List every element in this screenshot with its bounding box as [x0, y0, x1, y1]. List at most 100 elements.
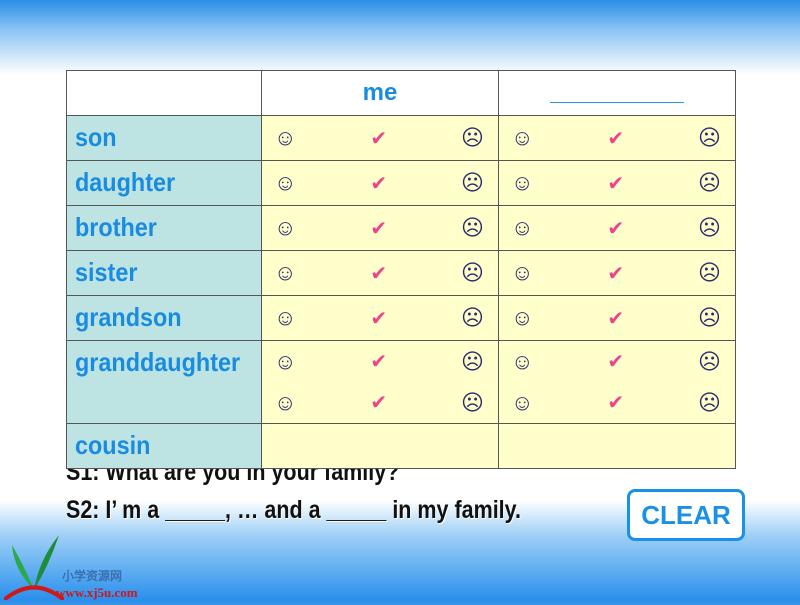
rating-options: ☺ ✔ ☹: [499, 382, 735, 423]
row-label: daughter: [66, 160, 262, 206]
rating-cell: ☺ ✔ ☹: [261, 115, 499, 161]
table-row: grandson ☺ ✔ ☹ ☺ ✔ ☹: [66, 295, 736, 341]
smile-icon[interactable]: ☺: [274, 125, 296, 151]
rating-options: ☺ ✔ ☹: [499, 161, 735, 205]
rating-options: ☺ ✔ ☹: [499, 206, 735, 250]
blank-1: _____: [165, 496, 225, 524]
clear-button[interactable]: CLEAR: [627, 489, 745, 541]
check-icon[interactable]: ✔: [607, 126, 624, 151]
smile-icon[interactable]: ☺: [274, 305, 296, 331]
header-me: me: [261, 70, 499, 116]
check-icon[interactable]: ✔: [370, 349, 387, 374]
family-table: me __________ son ☺ ✔ ☹ ☺ ✔ ☹ daughter ☺ …: [66, 70, 736, 469]
header-blank: __________: [498, 70, 736, 116]
frown-icon[interactable]: ☹: [461, 390, 484, 416]
frown-icon[interactable]: ☹: [698, 125, 721, 151]
frown-icon[interactable]: ☹: [461, 305, 484, 331]
row-label-text: son: [75, 122, 117, 152]
header-empty: [66, 70, 262, 116]
frown-icon[interactable]: ☹: [461, 260, 484, 286]
s2-prefix: S2: I’ m a: [66, 496, 160, 524]
rating-cell: [498, 423, 736, 469]
check-icon[interactable]: ✔: [607, 349, 624, 374]
table-row: daughter ☺ ✔ ☹ ☺ ✔ ☹: [66, 160, 736, 206]
check-icon[interactable]: ✔: [607, 261, 624, 286]
rating-cell: ☺ ✔ ☹: [498, 115, 736, 161]
leaf-logo-icon: [2, 535, 66, 602]
row-label-text: brother: [75, 212, 157, 242]
smile-icon[interactable]: ☺: [511, 170, 533, 196]
rating-cell: ☺ ✔ ☹: [498, 205, 736, 251]
row-label: granddaughter: [66, 340, 262, 424]
rating-cell: ☺ ✔ ☹: [498, 250, 736, 296]
smile-icon[interactable]: ☺: [274, 260, 296, 286]
frown-icon[interactable]: ☹: [461, 170, 484, 196]
frown-icon[interactable]: ☹: [461, 125, 484, 151]
frown-icon[interactable]: ☹: [698, 390, 721, 416]
rating-options: ☺ ✔ ☹: [262, 161, 498, 205]
check-icon[interactable]: ✔: [607, 390, 624, 415]
blank-2: _____: [326, 496, 387, 524]
rating-options: ☺ ✔ ☹: [262, 206, 498, 250]
rating-options: ☺ ✔ ☹: [499, 341, 735, 382]
rating-cell: ☺ ✔ ☹: [498, 295, 736, 341]
rating-options: ☺ ✔ ☹: [262, 341, 498, 382]
frown-icon[interactable]: ☹: [698, 260, 721, 286]
rating-cell: ☺ ✔ ☹ ☺ ✔ ☹: [261, 340, 499, 424]
s2-suffix: in my family.: [392, 496, 521, 524]
table-row: cousin: [66, 423, 736, 469]
table-row: granddaughter ☺ ✔ ☹ ☺ ✔ ☹ ☺ ✔ ☹ ☺ ✔ ☹: [66, 340, 736, 424]
rating-cell: ☺ ✔ ☹: [261, 295, 499, 341]
smile-icon[interactable]: ☺: [511, 390, 533, 416]
row-label-text: sister: [75, 257, 138, 287]
row-label-text: cousin: [75, 430, 151, 460]
s2-mid: , … and a: [224, 496, 321, 524]
logo-url: www.xj5u.com: [56, 585, 138, 600]
frown-icon[interactable]: ☹: [461, 215, 484, 241]
row-label-text: granddaughter: [75, 347, 241, 377]
smile-icon[interactable]: ☺: [274, 170, 296, 196]
rating-cell: ☺ ✔ ☹: [261, 205, 499, 251]
site-logo: 小学资源网 www.xj5u.com: [2, 530, 164, 602]
check-icon[interactable]: ✔: [370, 126, 387, 151]
rating-cell: ☺ ✔ ☹ ☺ ✔ ☹: [498, 340, 736, 424]
frown-icon[interactable]: ☹: [461, 349, 484, 375]
smile-icon[interactable]: ☺: [274, 215, 296, 241]
row-label: son: [66, 115, 262, 161]
frown-icon[interactable]: ☹: [698, 305, 721, 331]
frown-icon[interactable]: ☹: [698, 170, 721, 196]
smile-icon[interactable]: ☺: [511, 305, 533, 331]
check-icon[interactable]: ✔: [607, 306, 624, 331]
check-icon[interactable]: ✔: [370, 390, 387, 415]
check-icon[interactable]: ✔: [370, 261, 387, 286]
header-row: me __________: [66, 70, 736, 116]
smile-icon[interactable]: ☺: [511, 260, 533, 286]
frown-icon[interactable]: ☹: [698, 215, 721, 241]
rating-options: ☺ ✔ ☹: [262, 116, 498, 160]
smile-icon[interactable]: ☺: [511, 215, 533, 241]
check-icon[interactable]: ✔: [370, 216, 387, 241]
check-icon[interactable]: ✔: [607, 216, 624, 241]
row-label-text: daughter: [75, 167, 176, 197]
rating-options: ☺ ✔ ☹: [262, 251, 498, 295]
rating-options: ☺ ✔ ☹: [262, 296, 498, 340]
rating-cell: ☺ ✔ ☹: [498, 160, 736, 206]
row-label: brother: [66, 205, 262, 251]
smile-icon[interactable]: ☺: [511, 349, 533, 375]
row-label: grandson: [66, 295, 262, 341]
rating-options: ☺ ✔ ☹: [499, 251, 735, 295]
rating-options: ☺ ✔ ☹: [499, 296, 735, 340]
smile-icon[interactable]: ☺: [274, 390, 296, 416]
rating-cell: ☺ ✔ ☹: [261, 250, 499, 296]
rating-options: ☺ ✔ ☹: [499, 116, 735, 160]
check-icon[interactable]: ✔: [370, 171, 387, 196]
rating-cell: [261, 423, 499, 469]
smile-icon[interactable]: ☺: [274, 349, 296, 375]
row-label-text: grandson: [75, 302, 182, 332]
frown-icon[interactable]: ☹: [698, 349, 721, 375]
smile-icon[interactable]: ☺: [511, 125, 533, 151]
rating-options: ☺ ✔ ☹: [262, 382, 498, 423]
table-row: brother ☺ ✔ ☹ ☺ ✔ ☹: [66, 205, 736, 251]
check-icon[interactable]: ✔: [370, 306, 387, 331]
check-icon[interactable]: ✔: [607, 171, 624, 196]
